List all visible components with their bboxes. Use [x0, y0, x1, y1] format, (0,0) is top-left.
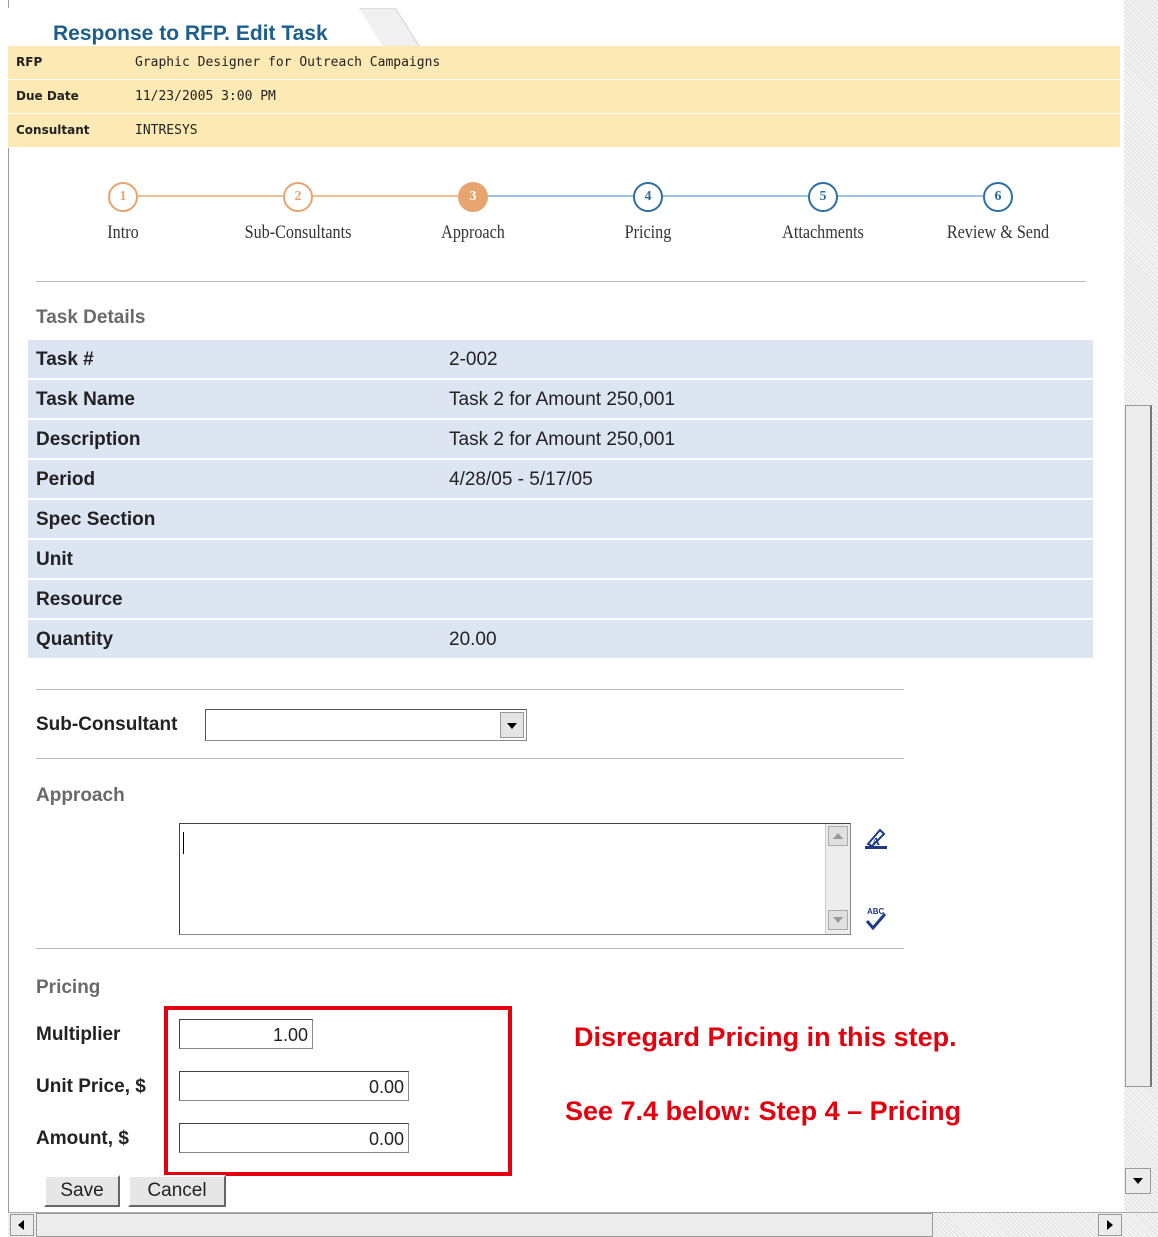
row-key: Description [36, 429, 141, 450]
note-see-step-4: See 7.4 below: Step 4 – Pricing [565, 1096, 962, 1126]
table-row: Period 4/28/05 - 5/17/05 [28, 460, 1093, 500]
info-value: INTRESYS [135, 123, 198, 138]
pen-edit-icon[interactable]: A [862, 826, 890, 854]
scroll-down-icon[interactable] [828, 910, 848, 930]
info-label: Due Date [16, 89, 79, 103]
table-row: Quantity 20.00 [28, 620, 1093, 660]
amount-label: Amount, $ [36, 1128, 129, 1149]
info-label: RFP [16, 55, 43, 69]
header-background [390, 8, 1120, 46]
info-value: 11/23/2005 3:00 PM [135, 89, 276, 104]
pricing-heading: Pricing [36, 977, 101, 998]
table-row: Resource [28, 580, 1093, 620]
step-6-circle[interactable]: 6 [983, 182, 1013, 212]
divider [36, 281, 1086, 282]
vertical-scroll-thumb[interactable] [1125, 405, 1152, 1087]
svg-text:ABC: ABC [867, 907, 885, 916]
pricing-highlight-box [164, 1006, 512, 1176]
scroll-left-arrow-icon[interactable] [10, 1214, 34, 1236]
unit-price-label: Unit Price, $ [36, 1076, 146, 1097]
step-2-label[interactable]: Sub-Consultants [230, 222, 366, 244]
note-disregard-pricing: Disregard Pricing in this step. [574, 1022, 957, 1052]
table-row: Unit [28, 540, 1093, 580]
scroll-right-arrow-icon[interactable] [1098, 1214, 1122, 1236]
divider [36, 689, 904, 690]
row-value: Task 2 for Amount 250,001 [449, 389, 676, 410]
task-details-heading: Task Details [36, 307, 146, 328]
approach-textarea[interactable] [179, 823, 851, 935]
sub-consultant-label: Sub-Consultant [36, 714, 178, 735]
step-1-label[interactable]: Intro [55, 222, 191, 244]
save-button[interactable]: Save [44, 1175, 120, 1207]
info-row-rfp: RFP Graphic Designer for Outreach Campai… [8, 46, 1120, 80]
textarea-scrollbar[interactable] [825, 824, 850, 934]
step-6-label[interactable]: Review & Send [930, 222, 1066, 244]
horizontal-scroll-thumb[interactable] [36, 1213, 933, 1237]
chevron-down-icon[interactable] [500, 712, 524, 738]
step-4-circle[interactable]: 4 [633, 182, 663, 212]
row-value: Task 2 for Amount 250,001 [449, 429, 676, 450]
wizard-steps: 1 Intro 2 Sub-Consultants 3 Approach 4 P… [8, 150, 1120, 260]
info-value: Graphic Designer for Outreach Campaigns [135, 55, 441, 70]
table-row: Spec Section [28, 500, 1093, 540]
row-key: Unit [36, 549, 73, 570]
divider [36, 758, 904, 759]
table-row: Task # 2-002 [28, 340, 1093, 380]
multiplier-label: Multiplier [36, 1024, 121, 1045]
row-value: 4/28/05 - 5/17/05 [449, 469, 593, 490]
divider [36, 948, 904, 949]
step-5-label[interactable]: Attachments [755, 222, 891, 244]
rfp-task-window: Response to RFP. Edit Task RFP Graphic D… [0, 0, 1158, 1237]
row-key: Spec Section [36, 509, 156, 530]
info-label: Consultant [16, 123, 90, 137]
step-2-circle[interactable]: 2 [283, 182, 313, 212]
info-row-due-date: Due Date 11/23/2005 3:00 PM [8, 80, 1120, 114]
text-caret [183, 832, 184, 854]
page-title: Response to RFP. Edit Task [53, 22, 328, 45]
svg-text:A: A [872, 836, 880, 848]
step-3-label[interactable]: Approach [405, 222, 541, 244]
table-row: Task Name Task 2 for Amount 250,001 [28, 380, 1093, 420]
row-key: Quantity [36, 629, 114, 650]
step-connector-todo [468, 195, 1008, 197]
task-details-table: Task # 2-002 Task Name Task 2 for Amount 2… [28, 340, 1093, 660]
cancel-button[interactable]: Cancel [128, 1175, 226, 1207]
scroll-up-icon[interactable] [828, 826, 848, 846]
title-tab: Response to RFP. Edit Task [8, 8, 390, 46]
step-1-circle[interactable]: 1 [108, 182, 138, 212]
row-key: Task # [36, 349, 94, 370]
row-key: Period [36, 469, 96, 490]
spell-check-icon[interactable]: ABC [862, 904, 890, 932]
sub-consultant-select[interactable] [205, 709, 527, 741]
row-value: 20.00 [449, 629, 497, 650]
row-value: 2-002 [449, 349, 498, 370]
approach-heading: Approach [36, 785, 125, 806]
table-row: Description Task 2 for Amount 250,001 [28, 420, 1093, 460]
row-key: Task Name [36, 389, 135, 410]
step-5-circle[interactable]: 5 [808, 182, 838, 212]
step-3-circle[interactable]: 3 [458, 182, 488, 212]
step-4-label[interactable]: Pricing [580, 222, 716, 244]
scroll-down-arrow-icon[interactable] [1125, 1168, 1151, 1194]
info-row-consultant: Consultant INTRESYS [8, 114, 1120, 148]
row-key: Resource [36, 589, 123, 610]
